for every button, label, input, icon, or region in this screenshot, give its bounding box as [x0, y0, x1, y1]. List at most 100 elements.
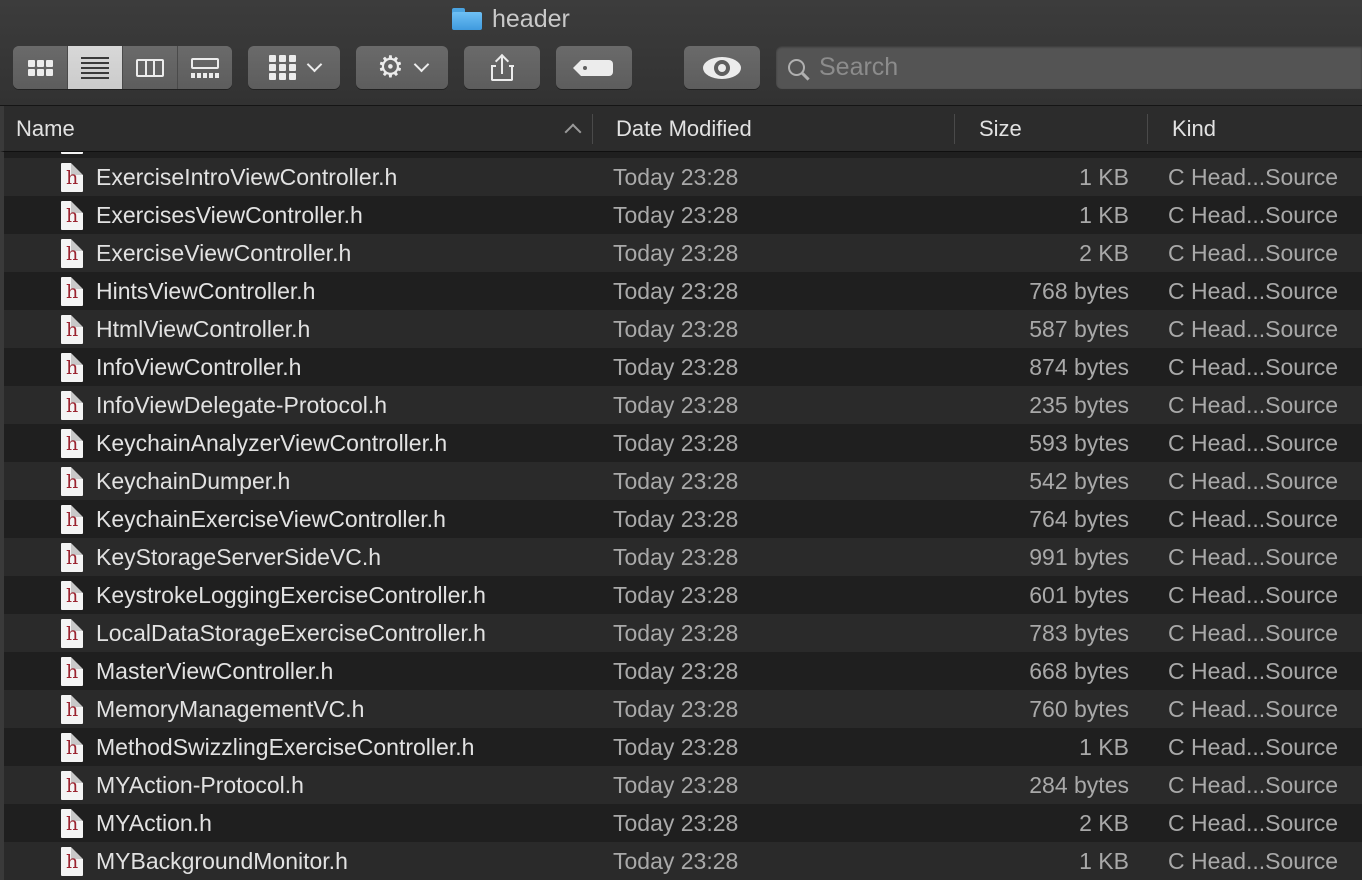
- file-date-modified: Today 23:28: [613, 734, 739, 760]
- table-row[interactable]: h ExerciseViewController.h Today 23:28 2 KB…: [4, 234, 1362, 272]
- file-date-modified: Today 23:28: [613, 202, 739, 228]
- header-file-icon: h: [61, 733, 83, 762]
- file-size: 593 bytes: [1029, 430, 1129, 456]
- file-size: 542 bytes: [1029, 468, 1129, 494]
- file-kind: C Head...Source: [1168, 506, 1339, 532]
- file-date-modified: Today 23:28: [613, 810, 739, 836]
- file-icon-letter: h: [66, 813, 79, 835]
- column-header-kind[interactable]: Kind: [1172, 106, 1216, 151]
- file-size: 601 bytes: [1029, 582, 1129, 608]
- file-date-modified: Today 23:28: [613, 468, 739, 494]
- file-kind: C Head...Source: [1168, 696, 1339, 722]
- search-field[interactable]: [776, 46, 1362, 89]
- file-size: 768 bytes: [1029, 278, 1129, 304]
- file-date-modified: Today 23:28: [613, 772, 739, 798]
- header-file-icon: h: [61, 315, 83, 344]
- file-date-modified: Today 23:28: [613, 240, 739, 266]
- column-divider[interactable]: [1147, 114, 1148, 144]
- file-size: 1 KB: [1079, 848, 1129, 874]
- file-name: KeyStorageServerSideVC.h: [96, 544, 382, 570]
- header-file-icon: h: [61, 847, 83, 876]
- header-file-icon: h: [61, 505, 83, 534]
- table-row[interactable]: h MYBackgroundMonitor.h Today 23:28 1 KB C H…: [4, 842, 1362, 880]
- search-input[interactable]: [817, 52, 1341, 83]
- file-size: 874 bytes: [1029, 354, 1129, 380]
- gallery-view-button[interactable]: [178, 46, 232, 89]
- column-divider[interactable]: [592, 114, 593, 144]
- table-row[interactable]: h ExercisesViewController.h Today 23:28 1 K…: [4, 196, 1362, 234]
- window-title-label: header: [492, 4, 570, 33]
- file-size: 991 bytes: [1029, 544, 1129, 570]
- file-name: LocalDataStorageExerciseController.h: [96, 620, 486, 646]
- file-kind: C Head...Source: [1168, 582, 1339, 608]
- file-date-modified: Today 23:28: [613, 582, 739, 608]
- table-row[interactable]: h HtmlViewController.h Today 23:28 587 byte…: [4, 310, 1362, 348]
- toolbar: header ⚙ Search: [0, 0, 1362, 106]
- tag-icon: [573, 59, 613, 76]
- share-button[interactable]: [464, 46, 540, 89]
- file-kind: C Head...Source: [1168, 392, 1339, 418]
- table-row[interactable]: h ExerciseIntroViewController.h Today 23:2…: [4, 158, 1362, 196]
- folder-icon: [452, 8, 482, 30]
- file-size: 1 KB: [1079, 734, 1129, 760]
- file-name: MasterViewController.h: [96, 658, 334, 684]
- file-kind: C Head...Source: [1168, 810, 1339, 836]
- table-row[interactable]: h MYAction.h Today 23:28 2 KB C Head...Sourc…: [4, 804, 1362, 842]
- tag-button[interactable]: [556, 46, 632, 89]
- column-header-name[interactable]: Name: [16, 106, 75, 151]
- file-size: 587 bytes: [1029, 316, 1129, 342]
- file-date-modified: Today 23:28: [613, 506, 739, 532]
- icon-view-button[interactable]: [13, 46, 68, 89]
- list-view-button[interactable]: [68, 46, 123, 89]
- file-icon-letter: h: [66, 357, 79, 379]
- file-date-modified: Today 23:28: [613, 544, 739, 570]
- header-file-icon: h: [61, 429, 83, 458]
- table-row[interactable]: h InfoViewDelegate-Protocol.h Today 23:28 2…: [4, 386, 1362, 424]
- header-file-icon: h: [61, 353, 83, 382]
- header-file-icon: h: [61, 163, 83, 192]
- table-row[interactable]: h LocalDataStorageExerciseController.h Tod…: [4, 614, 1362, 652]
- table-row[interactable]: h MYAction-Protocol.h Today 23:28 284 bytes…: [4, 766, 1362, 804]
- file-name: HtmlViewController.h: [96, 316, 311, 342]
- quick-look-button[interactable]: [684, 46, 760, 89]
- file-size: 1 KB: [1079, 202, 1129, 228]
- file-date-modified: Today 23:28: [613, 658, 739, 684]
- chevron-down-icon: [306, 56, 322, 73]
- table-row[interactable]: h KeychainDumper.h Today 23:28 542 bytes C H…: [4, 462, 1362, 500]
- table-row[interactable]: h MasterViewController.h Today 23:28 668 by…: [4, 652, 1362, 690]
- file-kind: C Head...Source: [1168, 316, 1339, 342]
- header-file-icon: h: [61, 581, 83, 610]
- file-kind: C Head...Source: [1168, 240, 1339, 266]
- file-icon-letter: h: [66, 167, 79, 189]
- group-by-button[interactable]: [248, 46, 340, 89]
- table-row[interactable]: h MethodSwizzlingExerciseController.h Toda…: [4, 728, 1362, 766]
- file-kind: C Head...Source: [1168, 620, 1339, 646]
- table-row[interactable]: h HintsViewController.h Today 23:28 768 byt…: [4, 272, 1362, 310]
- table-row[interactable]: h KeychainExerciseViewController.h Today 2…: [4, 500, 1362, 538]
- file-name: MemoryManagementVC.h: [96, 696, 365, 722]
- file-date-modified: Today 23:28: [613, 696, 739, 722]
- table-row[interactable]: h KeystrokeLoggingExerciseController.h Tod…: [4, 576, 1362, 614]
- header-file-icon: h: [61, 201, 83, 230]
- file-date-modified: Today 23:28: [613, 848, 739, 874]
- header-file-icon: h: [61, 391, 83, 420]
- table-row[interactable]: h InfoViewController.h Today 23:28 874 byte…: [4, 348, 1362, 386]
- header-file-icon: h: [61, 543, 83, 572]
- column-divider[interactable]: [954, 114, 955, 144]
- column-view-button[interactable]: [123, 46, 178, 89]
- header-file-icon: h: [61, 467, 83, 496]
- file-icon-letter: h: [66, 851, 79, 873]
- share-icon: [490, 53, 514, 81]
- table-row[interactable]: h MemoryManagementVC.h Today 23:28 760 byte…: [4, 690, 1362, 728]
- table-row[interactable]: h KeyStorageServerSideVC.h Today 23:28 991 …: [4, 538, 1362, 576]
- file-icon-letter: h: [66, 243, 79, 265]
- gear-icon: ⚙: [377, 49, 404, 85]
- action-menu-button[interactable]: ⚙: [356, 46, 448, 89]
- file-name: InfoViewController.h: [96, 354, 302, 380]
- file-list[interactable]: h ExerciseIntroViewController.h Today 23:2…: [0, 152, 1362, 880]
- column-header-size[interactable]: Size: [979, 106, 1022, 151]
- gallery-icon: [191, 57, 219, 78]
- file-size: 783 bytes: [1029, 620, 1129, 646]
- column-header-date-modified[interactable]: Date Modified: [616, 106, 752, 151]
- table-row[interactable]: h KeychainAnalyzerViewController.h Today 2…: [4, 424, 1362, 462]
